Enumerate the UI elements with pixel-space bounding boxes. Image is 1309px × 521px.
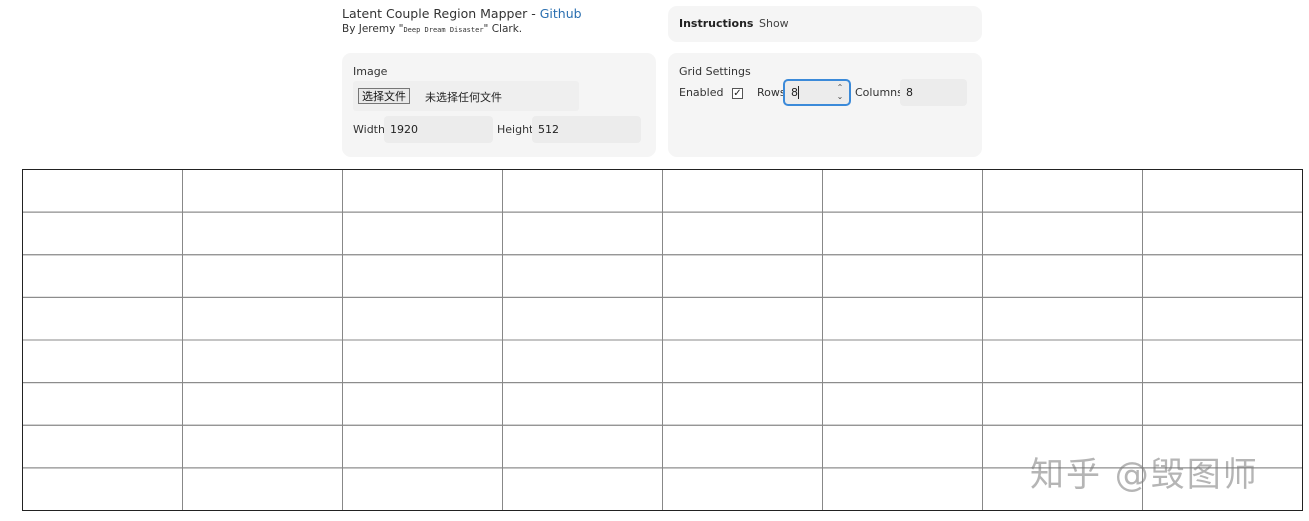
grid-cell[interactable] (1142, 339, 1303, 384)
grid-cell[interactable] (822, 467, 983, 511)
github-link[interactable]: Github (540, 6, 582, 21)
enabled-checkbox[interactable]: ✓ (732, 88, 743, 99)
grid-cell[interactable] (982, 169, 1143, 213)
grid-cell[interactable] (1142, 169, 1303, 213)
grid-cell[interactable] (982, 254, 1143, 298)
grid-cell[interactable] (502, 169, 663, 213)
grid-settings-panel: Grid Settings Enabled ✓ Rows 8 ⌃ ⌄ Colum… (668, 53, 982, 157)
rows-spinner[interactable]: ⌃ ⌄ (835, 83, 845, 103)
byline-nickname: Deep Dream Disaster (403, 26, 484, 34)
grid-cell[interactable] (502, 339, 663, 384)
spinner-down-icon[interactable]: ⌄ (835, 92, 845, 101)
grid-cell[interactable] (182, 296, 343, 341)
author-byline: By Jeremy "Deep Dream Disaster" Clark. (342, 23, 657, 35)
rows-label: Rows (757, 86, 786, 99)
width-label: Width (353, 123, 385, 136)
grid-cell[interactable] (1142, 296, 1303, 341)
grid-cell[interactable] (662, 254, 823, 298)
grid-cell[interactable] (342, 467, 503, 511)
grid-cell[interactable] (342, 296, 503, 341)
grid-cell[interactable] (502, 467, 663, 511)
instructions-label: Instructions (679, 17, 754, 30)
app-title: Latent Couple Region Mapper - Github (342, 6, 657, 22)
file-status-text: 未选择任何文件 (425, 91, 502, 104)
grid-cell[interactable] (22, 254, 183, 298)
grid-cell[interactable] (342, 254, 503, 298)
grid-cell[interactable] (502, 211, 663, 256)
grid-cell[interactable] (502, 296, 663, 341)
grid-cell[interactable] (822, 254, 983, 298)
byline-suffix: " Clark. (483, 23, 523, 35)
grid-cell[interactable] (982, 339, 1143, 384)
image-panel: Image 选择文件 未选择任何文件 Width Height (342, 53, 656, 157)
app-header: Latent Couple Region Mapper - Github By … (342, 6, 657, 35)
grid-cell[interactable] (662, 211, 823, 256)
grid-cell[interactable] (662, 339, 823, 384)
spinner-up-icon[interactable]: ⌃ (835, 83, 845, 92)
grid-cell[interactable] (822, 169, 983, 213)
choose-file-button[interactable]: 选择文件 (358, 88, 410, 104)
grid-cell[interactable] (662, 296, 823, 341)
grid-cell[interactable] (502, 382, 663, 426)
grid-cell[interactable] (22, 467, 183, 511)
columns-input[interactable] (900, 79, 967, 106)
file-input[interactable]: 选择文件 未选择任何文件 (353, 81, 579, 111)
rows-input-value: 8 (791, 86, 798, 99)
grid-cell[interactable] (822, 211, 983, 256)
grid-cell[interactable] (22, 339, 183, 384)
grid-cell[interactable] (182, 382, 343, 426)
grid-cell[interactable] (822, 339, 983, 384)
instructions-show-toggle[interactable]: Show (759, 17, 789, 30)
grid-cell[interactable] (662, 467, 823, 511)
byline-prefix: By Jeremy " (342, 23, 404, 35)
app-title-text: Latent Couple Region Mapper - (342, 6, 540, 21)
grid-cell[interactable] (822, 424, 983, 469)
grid-cell[interactable] (822, 296, 983, 341)
grid-cell[interactable] (22, 296, 183, 341)
enabled-label: Enabled (679, 86, 724, 99)
grid-cell[interactable] (342, 339, 503, 384)
grid-cell[interactable] (22, 211, 183, 256)
height-input[interactable] (532, 116, 641, 143)
grid-cell[interactable] (342, 211, 503, 256)
grid-cell[interactable] (1142, 211, 1303, 256)
grid-cell[interactable] (1142, 254, 1303, 298)
grid-cell[interactable] (182, 211, 343, 256)
width-input[interactable] (384, 116, 493, 143)
image-panel-label: Image (353, 65, 388, 78)
grid-cell[interactable] (342, 169, 503, 213)
columns-label: Columns (855, 86, 903, 99)
grid-cell[interactable] (982, 296, 1143, 341)
grid-cell[interactable] (662, 169, 823, 213)
grid-cell[interactable] (182, 424, 343, 469)
grid-cell[interactable] (1142, 382, 1303, 426)
instructions-panel[interactable]: Instructions Show (668, 6, 982, 42)
grid-cell[interactable] (22, 382, 183, 426)
grid-cell[interactable] (342, 424, 503, 469)
grid-cell[interactable] (22, 424, 183, 469)
grid-cell[interactable] (982, 382, 1143, 426)
grid-settings-label: Grid Settings (679, 65, 751, 78)
watermark: 知乎 @毁图师 (1030, 455, 1259, 495)
grid-cell[interactable] (502, 254, 663, 298)
grid-cell[interactable] (182, 254, 343, 298)
grid-cell[interactable] (182, 169, 343, 213)
text-caret (798, 86, 799, 99)
grid-cell[interactable] (662, 424, 823, 469)
grid-cell[interactable] (182, 467, 343, 511)
grid-cell[interactable] (662, 382, 823, 426)
rows-input[interactable]: 8 ⌃ ⌄ (783, 79, 851, 106)
grid-cell[interactable] (22, 169, 183, 213)
grid-cell[interactable] (822, 382, 983, 426)
grid-cell[interactable] (342, 382, 503, 426)
grid-cell[interactable] (182, 339, 343, 384)
height-label: Height (497, 123, 534, 136)
grid-cell[interactable] (982, 211, 1143, 256)
grid-cell[interactable] (502, 424, 663, 469)
